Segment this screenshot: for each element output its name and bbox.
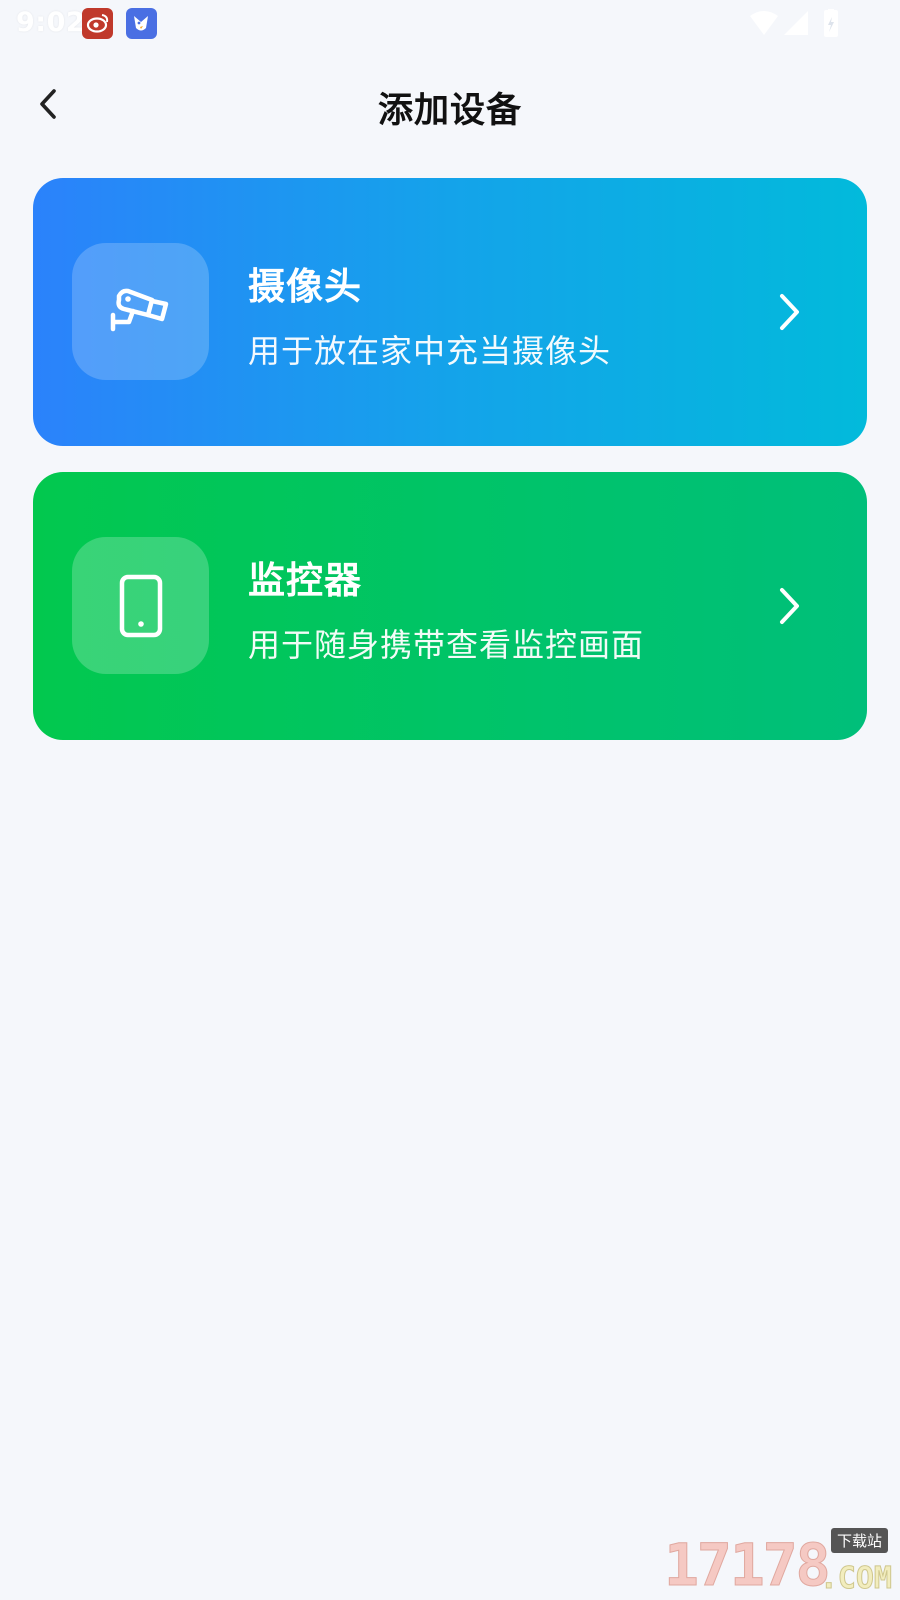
- camera-device-card[interactable]: 摄像头 用于放在家中充当摄像头: [33, 178, 867, 446]
- bird-app-icon: [126, 8, 157, 39]
- status-bar: 9:02: [0, 0, 900, 48]
- battery-icon: [824, 9, 838, 37]
- monitor-icon-box: [72, 537, 209, 674]
- nav-bar: 添加设备: [0, 62, 900, 146]
- watermark-digits: 17178: [664, 1531, 832, 1599]
- card-title: 监控器: [248, 559, 362, 602]
- cell-signal-icon: [784, 11, 808, 35]
- watermark-domain: .COM: [819, 1561, 892, 1596]
- weibo-icon: [82, 8, 113, 39]
- card-description: 用于随身携带查看监控画面: [248, 626, 645, 664]
- card-title: 摄像头: [248, 265, 362, 308]
- status-time: 9:02: [16, 7, 86, 38]
- page-title: 添加设备: [377, 91, 522, 131]
- chevron-right-icon: [780, 588, 799, 624]
- monitor-device-card[interactable]: 监控器 用于随身携带查看监控画面: [33, 472, 867, 740]
- smartphone-icon: [119, 574, 162, 637]
- chevron-right-icon: [780, 294, 799, 330]
- card-description: 用于放在家中充当摄像头: [248, 332, 612, 370]
- watermark-tag: 下载站: [830, 1528, 888, 1553]
- camera-icon-box: [72, 243, 209, 380]
- watermark: 17178 下载站 .COM: [664, 1528, 893, 1599]
- security-camera-icon: [110, 288, 168, 331]
- status-right-icons: [750, 9, 840, 39]
- wifi-icon: [750, 11, 778, 35]
